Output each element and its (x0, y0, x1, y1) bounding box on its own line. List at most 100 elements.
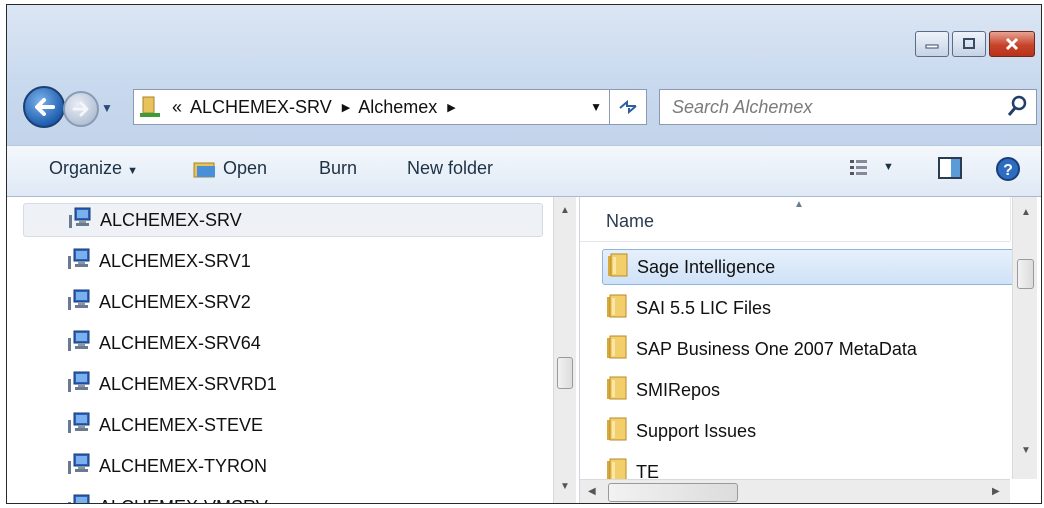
scroll-left-icon[interactable]: ◀ (588, 486, 596, 497)
svg-text:?: ? (1003, 162, 1013, 179)
refresh-button[interactable] (609, 90, 646, 124)
recent-pages-dropdown[interactable]: ▼ (101, 101, 113, 115)
network-computer-item[interactable]: ALCHEMEX-SRV1 (23, 244, 543, 278)
horizontal-scroll-thumb[interactable] (608, 483, 738, 502)
folder-name-label: Sage Intelligence (637, 256, 776, 277)
navigation-row: ▼ « ALCHEMEX-SRV ▶ Alchemex ▶ ▼ Search A… (7, 83, 1041, 131)
address-dropdown-icon[interactable]: ▼ (590, 100, 602, 114)
network-computer-item[interactable]: ALCHEMEX-SRV2 (23, 285, 543, 319)
computer-icon (65, 494, 91, 503)
organize-menu[interactable]: Organize ▼ (49, 158, 138, 179)
preview-pane-icon (938, 157, 962, 179)
burn-button[interactable]: Burn (319, 158, 357, 179)
folder-icon (607, 252, 629, 283)
network-computer-item[interactable]: ALCHEMEX-SRV64 (23, 326, 543, 360)
file-list-scroll-thumb[interactable] (1017, 259, 1034, 289)
computer-name-label: ALCHEMEX-TYRON (99, 455, 268, 476)
search-icon[interactable] (1006, 94, 1028, 118)
forward-arrow-icon (72, 101, 89, 117)
open-folder-icon (193, 162, 215, 177)
content-panes: ALCHEMEX-SRV ALCHEMEX-SRV1 ALCHEMEX-SRV2 AL… (7, 197, 1041, 504)
scroll-up-icon[interactable]: ▲ (560, 205, 570, 216)
scroll-right-icon[interactable]: ▶ (992, 486, 1000, 497)
close-button[interactable] (989, 31, 1035, 57)
command-toolbar: Organize ▼ Open Burn New folder ▼ ? (7, 145, 1041, 197)
folder-item[interactable]: SAI 5.5 LIC Files (602, 290, 1020, 326)
network-computer-item[interactable]: ALCHEMEX-STEVE (23, 408, 543, 442)
computer-name-label: ALCHEMEX-SRV (100, 209, 242, 230)
computer-icon (65, 371, 91, 398)
open-button[interactable]: Open (193, 158, 267, 179)
view-options-button[interactable]: ▼ (849, 158, 894, 176)
horizontal-scrollbar[interactable]: ◀ ▶ (580, 479, 1010, 503)
close-icon (1005, 37, 1019, 51)
folder-name-label: SMIRepos (636, 379, 721, 400)
breadcrumb-alchemex-srv[interactable]: ALCHEMEX-SRV (190, 97, 332, 118)
organize-label: Organize (49, 158, 123, 178)
open-label: Open (223, 158, 268, 178)
folder-item[interactable]: SAP Business One 2007 MetaData (602, 331, 1020, 367)
folder-name-label: Support Issues (636, 420, 757, 441)
help-icon: ? (996, 157, 1020, 181)
folder-icon (606, 334, 628, 365)
scroll-down-icon[interactable]: ▼ (560, 481, 570, 492)
name-column-label: Name (606, 211, 655, 231)
computer-icon (65, 412, 91, 439)
file-list-scrollbar[interactable]: ▲ ▼ (1012, 197, 1037, 479)
preview-pane-button[interactable] (937, 156, 963, 185)
network-computer-item[interactable]: ALCHEMEX-SRVRD1 (23, 367, 543, 401)
breadcrumb-separator-icon[interactable]: ▶ (447, 101, 455, 114)
breadcrumb-alchemex[interactable]: Alchemex (358, 97, 437, 118)
computer-icon (65, 453, 91, 480)
network-computer-item[interactable]: ALCHEMEX-VMSRV (23, 490, 543, 504)
folder-item[interactable]: SMIRepos (602, 372, 1020, 408)
computer-name-label: ALCHEMEX-VMSRV (99, 497, 268, 504)
back-arrow-icon (35, 98, 55, 116)
refresh-icon (619, 99, 637, 115)
maximize-icon (963, 38, 975, 49)
computer-icon (65, 248, 91, 275)
computer-name-label: ALCHEMEX-SRV2 (99, 291, 251, 312)
folder-icon (606, 375, 628, 406)
minimize-icon (925, 44, 939, 49)
address-overflow-chevron[interactable]: « (172, 97, 182, 118)
navigation-scrollbar[interactable]: ▲ ▼ (553, 197, 576, 503)
navigation-pane: ALCHEMEX-SRV ALCHEMEX-SRV1 ALCHEMEX-SRV2 AL… (7, 197, 577, 504)
breadcrumb-separator-icon[interactable]: ▶ (342, 101, 350, 114)
name-column-header[interactable]: Name ▲ (580, 197, 1011, 242)
search-placeholder: Search Alchemex (672, 97, 813, 117)
network-folder-icon (140, 96, 160, 117)
folder-item[interactable]: Support Issues (602, 413, 1020, 449)
file-list-pane: Name ▲ Sage Intelligence SAI 5.5 LIC File… (579, 197, 1041, 503)
minimize-button[interactable] (915, 31, 949, 57)
maximize-button[interactable] (952, 31, 986, 57)
scroll-down-icon[interactable]: ▼ (1021, 445, 1031, 456)
computer-icon (65, 289, 91, 316)
search-box[interactable]: Search Alchemex (659, 89, 1037, 125)
computer-icon (65, 330, 91, 357)
column-divider[interactable] (1010, 197, 1011, 241)
new-folder-button[interactable]: New folder (407, 158, 493, 179)
chevron-down-icon: ▼ (127, 165, 138, 177)
view-list-icon (850, 160, 867, 175)
scroll-up-icon[interactable]: ▲ (1021, 207, 1031, 218)
forward-button[interactable] (63, 91, 99, 127)
folder-icon (606, 416, 628, 447)
folder-name-label: SAP Business One 2007 MetaData (636, 338, 917, 359)
computer-name-label: ALCHEMEX-SRVRD1 (99, 373, 277, 394)
explorer-window: ▼ « ALCHEMEX-SRV ▶ Alchemex ▶ ▼ Search A… (6, 4, 1042, 504)
network-computer-item[interactable]: ALCHEMEX-TYRON (23, 449, 543, 483)
sort-ascending-icon: ▲ (794, 199, 804, 210)
computer-name-label: ALCHEMEX-SRV64 (99, 332, 261, 353)
back-button[interactable] (23, 86, 65, 128)
window-controls (912, 31, 1035, 57)
computer-icon (66, 207, 92, 234)
folder-icon (606, 293, 628, 324)
network-computer-item[interactable]: ALCHEMEX-SRV (23, 203, 543, 237)
navigation-scroll-thumb[interactable] (557, 357, 573, 389)
help-button[interactable]: ? (995, 156, 1021, 187)
computer-name-label: ALCHEMEX-SRV1 (99, 250, 251, 271)
folder-item[interactable]: Sage Intelligence (602, 249, 1020, 285)
address-bar[interactable]: « ALCHEMEX-SRV ▶ Alchemex ▶ ▼ (133, 89, 647, 125)
computer-name-label: ALCHEMEX-STEVE (99, 414, 264, 435)
